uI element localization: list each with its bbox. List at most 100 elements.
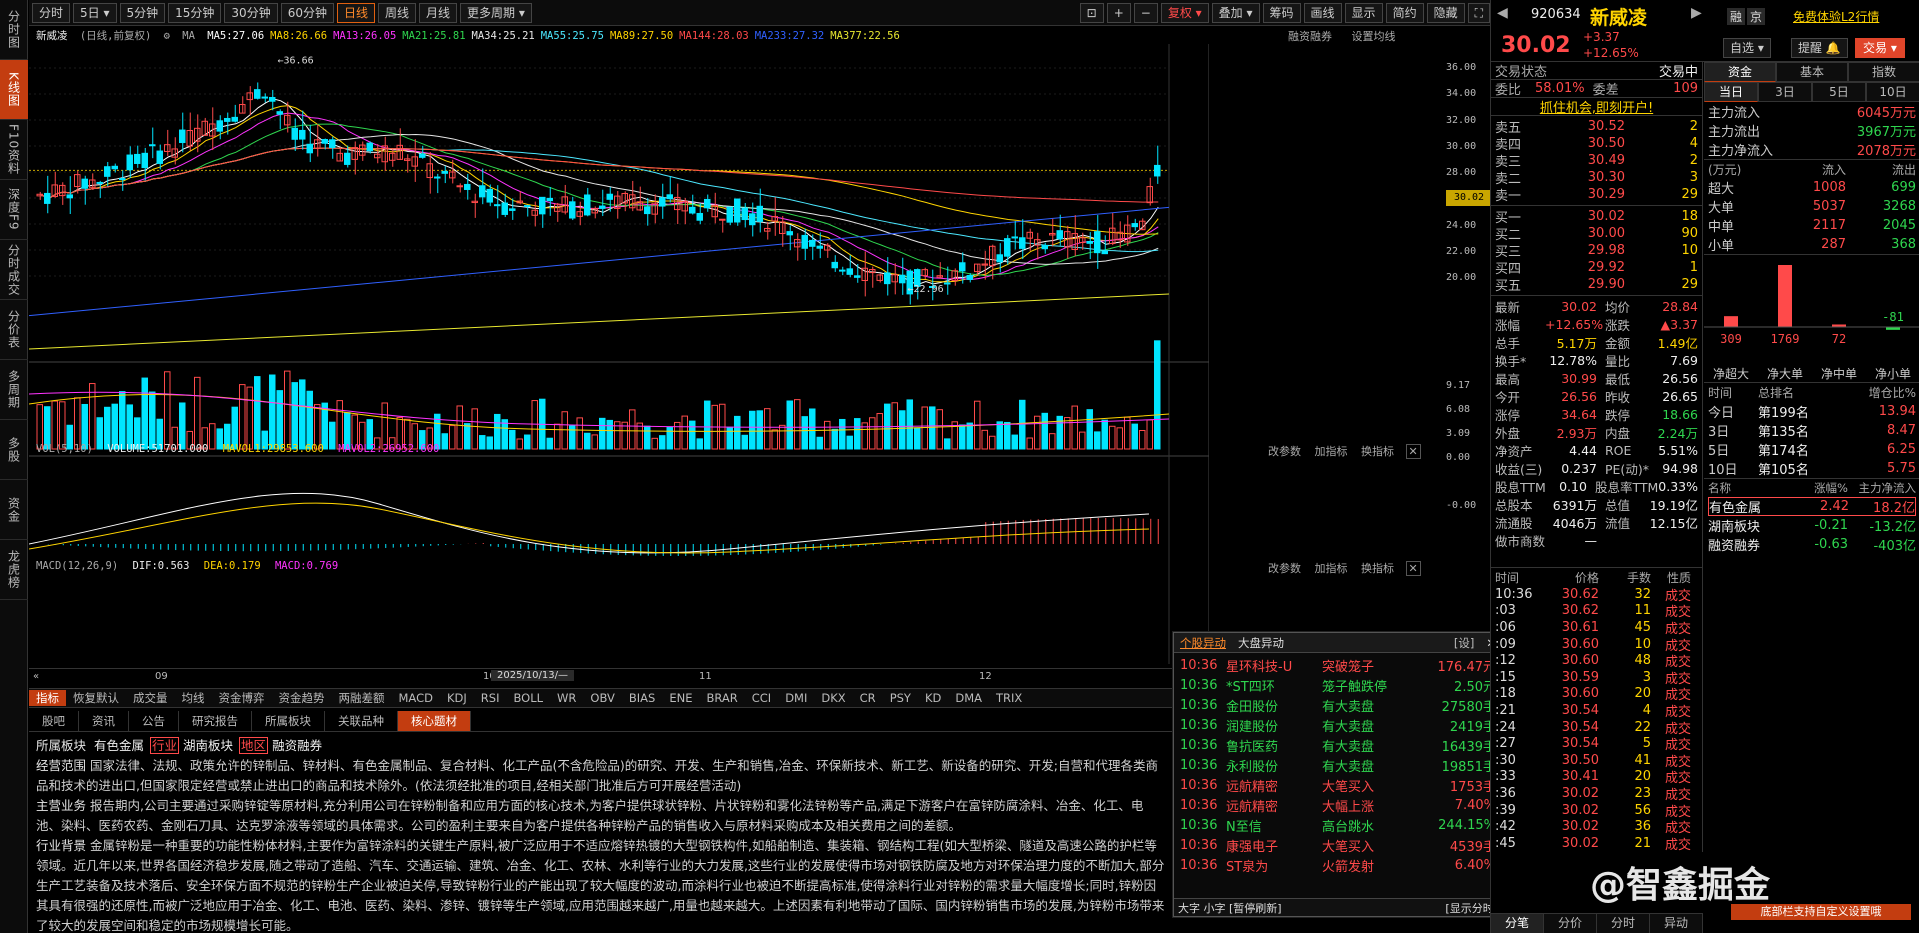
bottom-tab-2[interactable]: 分时 <box>1597 914 1650 933</box>
ind-tab-10[interactable]: BOLL <box>506 691 550 705</box>
l2-trial-link[interactable]: 免费体验L2行情 <box>1793 8 1879 25</box>
nav-5[interactable]: 分价表 <box>0 300 28 360</box>
ind-tab-11[interactable]: WR <box>550 691 583 705</box>
nav-0[interactable]: 分时图 <box>0 0 28 60</box>
scroll-left-icon[interactable]: « <box>33 671 39 682</box>
ind-tab-1[interactable]: 恢复默认 <box>66 690 126 706</box>
ind-tab-19[interactable]: CR <box>853 691 883 705</box>
ind-tab-12[interactable]: OBV <box>583 691 621 705</box>
nav-7[interactable]: 多股 <box>0 420 28 480</box>
ind-tab-9[interactable]: RSI <box>474 691 507 705</box>
abnormal-row[interactable]: 10:36 金田股份 有大卖盘 27580手 <box>1174 695 1502 715</box>
icon-lock-button[interactable]: ⊡ <box>1079 2 1104 23</box>
info-tab-4[interactable]: 所属板块 <box>252 710 325 731</box>
period-5[interactable]: 60分钟 <box>280 2 334 23</box>
ind-tab-17[interactable]: DMI <box>778 691 814 705</box>
sector-row[interactable]: 湖南板块 -0.21 -13.2亿 <box>1708 516 1916 535</box>
period-2[interactable]: 5分钟 <box>119 2 166 23</box>
kline-chart[interactable]: ←36.66 ←22.96 <box>29 44 1209 684</box>
sector-row[interactable]: 融资融券 -0.63 -403亿 <box>1708 535 1916 554</box>
period-3[interactable]: 15分钟 <box>168 2 222 23</box>
tool-3[interactable]: 画线 <box>1303 2 1342 23</box>
ind-tab-5[interactable]: 资金趋势 <box>272 690 332 706</box>
period-8[interactable]: 月线 <box>419 2 458 23</box>
abnormal-row[interactable]: 10:36 永利股份 有大卖盘 19851手 <box>1174 755 1502 775</box>
margin-trading-link[interactable]: 融资融券 <box>1288 30 1332 43</box>
nav-3[interactable]: 深度F9 <box>0 180 28 240</box>
abnormal-row[interactable]: 10:36 N至信 高台跳水 244.15% <box>1174 815 1502 835</box>
alert-button[interactable]: 提醒 🔔 <box>1791 38 1848 58</box>
vol-param-button[interactable]: 改参数 <box>1268 445 1301 458</box>
abnormal-row[interactable]: 10:36 ST泉为 火箭发射 6.40% <box>1174 855 1502 875</box>
sector-name[interactable]: 有色金属 <box>94 738 144 753</box>
period-0[interactable]: 分时 <box>32 2 71 23</box>
buy-level[interactable]: 买二 30.00 90 <box>1495 225 1698 243</box>
tab-market-abnormal[interactable]: 大盘异动 <box>1232 635 1290 651</box>
info-tab-0[interactable]: 股吧 <box>29 710 79 731</box>
buy-level[interactable]: 买四 29.92 1 <box>1495 259 1698 277</box>
bottom-tab-0[interactable]: 分笔 <box>1491 914 1544 933</box>
sell-level[interactable]: 卖三 30.49 2 <box>1495 152 1698 170</box>
ind-tab-18[interactable]: DKX <box>814 691 852 705</box>
ind-tab-7[interactable]: MACD <box>392 691 440 705</box>
abnormal-row[interactable]: 10:36 *ST四环 笼子触跌停 2.50元 <box>1174 675 1502 695</box>
settings-icon[interactable]: ⚙ <box>164 30 170 42</box>
ind-tab-20[interactable]: PSY <box>883 691 918 705</box>
close-icon[interactable]: ✕ <box>1405 561 1421 576</box>
sell-level[interactable]: 卖四 30.50 4 <box>1495 135 1698 153</box>
tool-0[interactable]: 复权 ▾ <box>1160 2 1209 23</box>
abnormal-row[interactable]: 10:36 远航精密 大笔买入 1753手 <box>1174 775 1502 795</box>
abnormal-row[interactable]: 10:36 鲁抗医药 有大卖盘 16439手 <box>1174 735 1502 755</box>
cap-period-0[interactable]: 当日 <box>1704 82 1758 102</box>
cap-period-1[interactable]: 3日 <box>1758 82 1812 102</box>
nav-9[interactable]: 龙虎榜 <box>0 540 28 600</box>
set-ma-link[interactable]: 设置均线 <box>1352 30 1396 43</box>
macd-add-ind-button[interactable]: 加指标 <box>1315 562 1348 575</box>
prev-stock-icon[interactable]: ◀ <box>1497 5 1508 21</box>
cap-tab-0[interactable]: 资金 <box>1704 62 1776 82</box>
tab-stock-abnormal[interactable]: 个股异动 <box>1174 635 1232 651</box>
ind-tab-16[interactable]: CCI <box>745 691 778 705</box>
cap-period-3[interactable]: 10日 <box>1866 82 1919 102</box>
info-tab-6[interactable]: 核心题材 <box>398 710 471 731</box>
zoom-in-button[interactable]: + <box>1106 2 1131 23</box>
ind-tab-8[interactable]: KDJ <box>440 691 474 705</box>
nav-4[interactable]: 分时成交 <box>0 240 28 300</box>
nav-1[interactable]: K线图 <box>0 60 28 120</box>
macd-switch-ind-button[interactable]: 换指标 <box>1361 562 1394 575</box>
abnormal-row[interactable]: 10:36 远航精密 大幅上涨 7.40% <box>1174 795 1502 815</box>
bottom-tab-3[interactable]: 异动 <box>1650 914 1703 933</box>
next-stock-icon[interactable]: ▶ <box>1691 5 1702 21</box>
tool-2[interactable]: 筹码 <box>1262 2 1301 23</box>
cap-tab-1[interactable]: 基本 <box>1776 62 1848 82</box>
close-icon[interactable]: ✕ <box>1405 444 1421 459</box>
add-watchlist-button[interactable]: 自选 ▾ <box>1723 38 1771 58</box>
period-7[interactable]: 周线 <box>378 2 417 23</box>
sell-level[interactable]: 卖五 30.52 2 <box>1495 118 1698 136</box>
info-tab-3[interactable]: 研究报告 <box>179 710 252 731</box>
trade-button[interactable]: 交易 ▾ <box>1855 38 1905 58</box>
vol-switch-ind-button[interactable]: 换指标 <box>1361 445 1394 458</box>
ind-tab-15[interactable]: BRAR <box>699 691 744 705</box>
sell-level[interactable]: 卖二 30.30 3 <box>1495 169 1698 187</box>
zoom-out-button[interactable]: − <box>1133 2 1158 23</box>
cap-period-2[interactable]: 5日 <box>1812 82 1866 102</box>
abnormal-row[interactable]: 10:36 康强电子 大笔买入 4539手 <box>1174 835 1502 855</box>
ind-tab-2[interactable]: 成交量 <box>126 690 175 706</box>
nav-8[interactable]: 资金 <box>0 480 28 540</box>
vol-add-ind-button[interactable]: 加指标 <box>1315 445 1348 458</box>
period-6[interactable]: 日线 <box>336 2 375 23</box>
ind-tab-14[interactable]: ENE <box>662 691 699 705</box>
nav-2[interactable]: F10资料 <box>0 120 28 180</box>
tool-5[interactable]: 简约 <box>1385 2 1424 23</box>
ind-tab-21[interactable]: KD <box>918 691 948 705</box>
nav-6[interactable]: 多周期 <box>0 360 28 420</box>
ind-tab-6[interactable]: 两融差额 <box>332 690 392 706</box>
account-promo-link[interactable]: 抓住机会,即刻开户! <box>1491 98 1702 116</box>
info-tab-5[interactable]: 关联品种 <box>325 710 398 731</box>
ind-tab-22[interactable]: DMA <box>948 691 989 705</box>
period-4[interactable]: 30分钟 <box>224 2 278 23</box>
info-tab-2[interactable]: 公告 <box>129 710 179 731</box>
sell-level[interactable]: 卖一 30.29 29 <box>1495 186 1698 204</box>
ind-tab-0[interactable]: 指标 <box>29 690 66 706</box>
